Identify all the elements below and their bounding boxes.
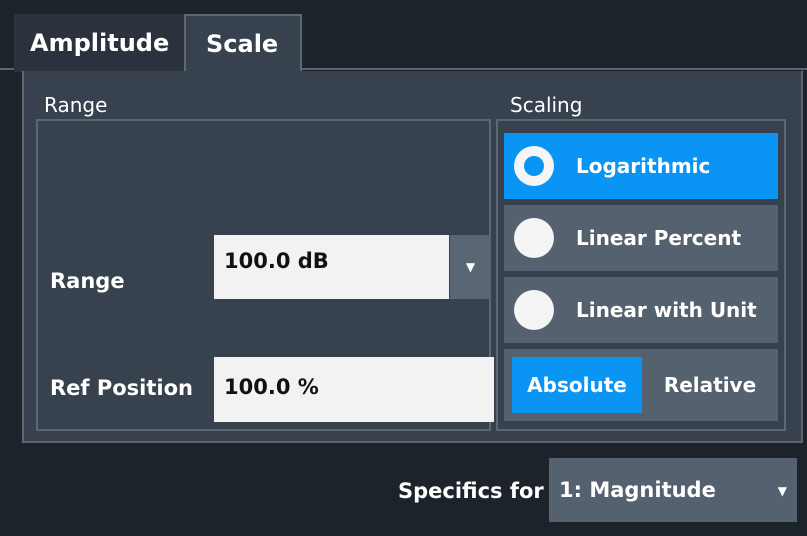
chevron-down-icon: ▼ — [777, 484, 787, 498]
scaling-group: Logarithmic Linear Percent Linear with U… — [496, 119, 786, 431]
range-label: Range — [50, 269, 125, 293]
scale-panel: Range Scaling Range 100.0 dB ▼ Ref Posit… — [22, 71, 803, 443]
scaling-option-logarithmic[interactable]: Logarithmic — [504, 133, 778, 199]
range-group-title: Range — [44, 93, 108, 117]
range-input[interactable]: 100.0 dB — [214, 235, 449, 299]
scaling-option-label: Linear with Unit — [576, 298, 757, 322]
chevron-down-icon: ▼ — [465, 260, 476, 274]
range-dropdown-button[interactable]: ▼ — [450, 235, 491, 299]
scaling-option-label: Logarithmic — [576, 154, 711, 178]
scaling-option-label: Linear Percent — [576, 226, 742, 250]
tab-amplitude-label: Amplitude — [30, 29, 170, 57]
specifics-select[interactable]: 1: Magnitude ▼ — [549, 458, 797, 522]
ref-position-label: Ref Position — [50, 376, 193, 400]
ref-position-input[interactable]: 100.0 % — [214, 357, 494, 422]
specifics-label: Specifics for — [398, 479, 544, 503]
relative-button[interactable]: Relative — [648, 357, 772, 413]
radio-selected-icon — [514, 146, 554, 186]
absolute-button[interactable]: Absolute — [512, 357, 642, 413]
tab-scale-label: Scale — [206, 30, 279, 58]
tab-amplitude[interactable]: Amplitude — [14, 14, 184, 72]
radio-icon — [514, 218, 554, 258]
tab-bar: Amplitude Scale — [0, 0, 807, 72]
radio-icon — [514, 290, 554, 330]
scaling-option-linear-with-unit[interactable]: Linear with Unit — [504, 277, 778, 343]
range-group: Range 100.0 dB ▼ Ref Position 100.0 % — [36, 119, 494, 431]
scaling-group-title: Scaling — [510, 93, 583, 117]
scaling-option-linear-percent[interactable]: Linear Percent — [504, 205, 778, 271]
absolute-relative-toggle: Absolute Relative — [504, 349, 778, 421]
tab-scale[interactable]: Scale — [184, 14, 302, 72]
specifics-value: 1: Magnitude — [559, 478, 716, 502]
